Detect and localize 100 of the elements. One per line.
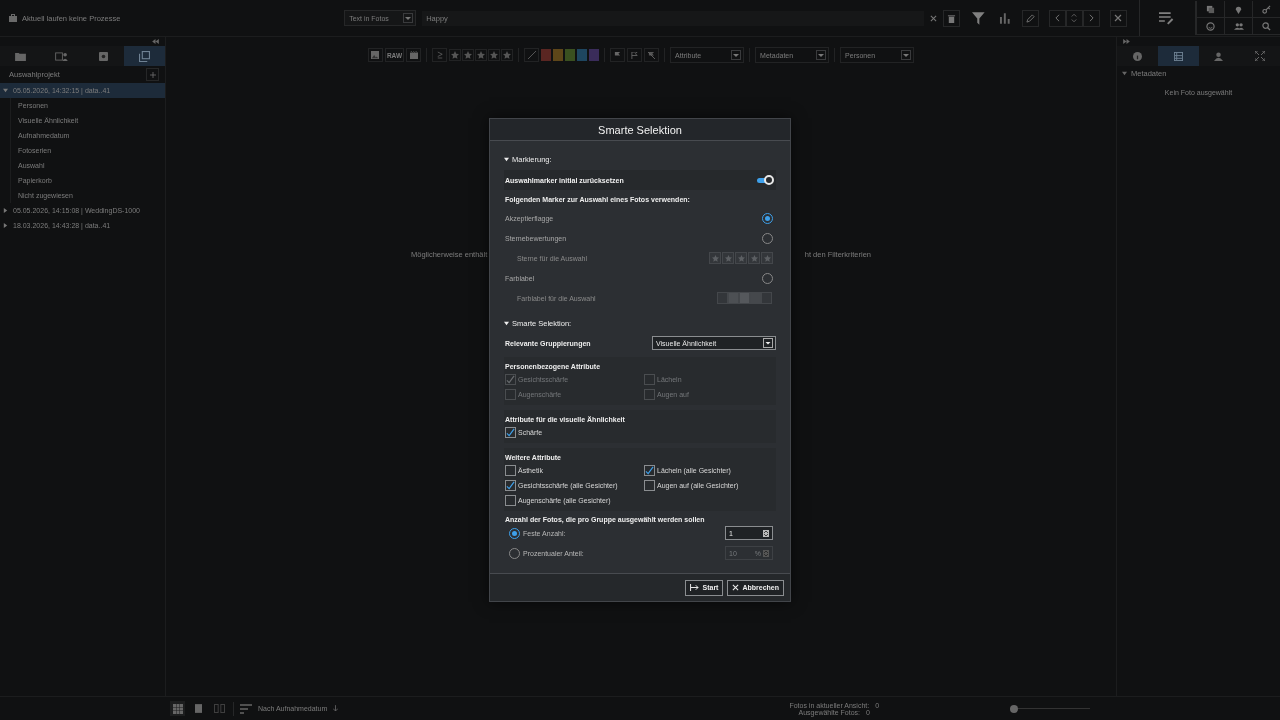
expander-icon xyxy=(3,88,8,93)
close-button[interactable] xyxy=(1109,9,1127,27)
sort-toggle-button[interactable] xyxy=(1065,9,1083,27)
search-icon xyxy=(1262,21,1271,31)
briefcase-icon xyxy=(8,13,18,23)
calendar-person-icon xyxy=(55,51,69,61)
spinner-icon[interactable] xyxy=(763,529,769,537)
info-icon xyxy=(1132,51,1142,61)
caret-icon xyxy=(403,13,414,23)
search-button[interactable] xyxy=(1252,18,1280,35)
camera-icon xyxy=(98,51,108,61)
color-swatch[interactable] xyxy=(553,49,564,61)
crossed-flag-icon xyxy=(648,51,656,59)
dialog-title: Smarte Selektion xyxy=(490,119,790,141)
add-button[interactable] xyxy=(146,68,159,81)
stacked-photos-icon xyxy=(138,50,150,62)
checkbox[interactable] xyxy=(644,480,655,491)
smiley-icon xyxy=(1206,21,1215,31)
location-pin-icon xyxy=(1234,4,1243,14)
image-filter-button[interactable] xyxy=(367,48,383,62)
star-icon[interactable] xyxy=(724,254,732,262)
bar-chart-icon[interactable] xyxy=(998,12,1011,24)
zoom-slider-thumb[interactable] xyxy=(1010,704,1019,713)
copy-button[interactable] xyxy=(1196,1,1224,18)
fullscreen-icon xyxy=(1254,51,1265,61)
star-icon[interactable] xyxy=(462,49,475,61)
star-icon[interactable] xyxy=(488,49,501,61)
star-icon[interactable] xyxy=(750,254,758,262)
single-photo-icon xyxy=(195,704,202,713)
star-filter[interactable] xyxy=(449,49,514,61)
toggle-switch[interactable] xyxy=(757,177,772,183)
key-icon xyxy=(1262,4,1271,14)
color-label-picker[interactable] xyxy=(717,292,773,304)
expander-icon xyxy=(3,208,8,213)
checkbox[interactable] xyxy=(505,427,516,438)
delete-button[interactable] xyxy=(943,9,961,27)
star-icon[interactable] xyxy=(737,254,745,262)
checkbox[interactable] xyxy=(505,495,516,506)
color-swatch[interactable] xyxy=(589,49,600,61)
caret-icon xyxy=(901,50,912,60)
slash-icon xyxy=(527,51,536,59)
grid-view-button[interactable] xyxy=(170,701,185,716)
people-icon xyxy=(1233,21,1244,31)
expander-icon[interactable] xyxy=(1122,71,1127,76)
flag-icon xyxy=(631,51,639,59)
close-icon xyxy=(732,584,740,591)
caret-icon xyxy=(816,50,827,60)
folder-icon xyxy=(15,51,27,61)
key-button[interactable] xyxy=(1252,1,1280,18)
people-button[interactable] xyxy=(1224,18,1252,35)
flag-filter-button[interactable] xyxy=(627,48,643,62)
greater-equal-icon xyxy=(436,51,443,59)
table-icon xyxy=(1173,51,1183,61)
star-icon[interactable] xyxy=(449,49,462,61)
edit-button[interactable] xyxy=(1022,9,1039,27)
list-edit-icon[interactable] xyxy=(1159,11,1175,25)
color-swatch[interactable] xyxy=(565,49,576,61)
sidebar-tab[interactable] xyxy=(123,46,165,66)
caret-icon xyxy=(731,50,742,60)
close-icon xyxy=(1114,14,1123,22)
checkbox[interactable] xyxy=(644,465,655,476)
checkbox[interactable] xyxy=(505,465,516,476)
collapse-icon[interactable] xyxy=(152,39,159,44)
arrow-to-bar-icon xyxy=(690,584,700,591)
grid-icon xyxy=(172,703,183,714)
compare-view-button[interactable] xyxy=(212,701,227,716)
no-color-swatch[interactable] xyxy=(524,48,540,62)
star-icon[interactable] xyxy=(711,254,719,262)
comparison-button[interactable] xyxy=(432,48,448,62)
arrow-down-icon[interactable] xyxy=(333,705,339,712)
chevron-left-icon xyxy=(1054,14,1060,22)
clapperboard-icon xyxy=(409,51,418,59)
sort-icon[interactable] xyxy=(240,703,252,714)
trash-icon xyxy=(947,13,957,23)
chevron-right-icon xyxy=(1088,14,1094,22)
flag-filter-button[interactable] xyxy=(610,48,626,62)
panel-tab[interactable] xyxy=(1157,46,1199,66)
color-swatch[interactable] xyxy=(577,49,588,61)
image-icon xyxy=(371,51,380,59)
up-down-icon xyxy=(1071,13,1078,23)
copy-icon xyxy=(1206,4,1215,14)
star-icon[interactable] xyxy=(501,49,514,61)
person-icon xyxy=(1214,51,1224,61)
flag-icon xyxy=(614,51,622,59)
star-icon[interactable] xyxy=(763,254,771,262)
star-rating[interactable] xyxy=(709,252,773,264)
expand-icon[interactable] xyxy=(1123,39,1130,44)
star-icon[interactable] xyxy=(475,49,488,61)
checkbox[interactable] xyxy=(505,480,516,491)
location-button[interactable] xyxy=(1224,1,1252,18)
face-button[interactable] xyxy=(1196,18,1224,35)
color-swatch[interactable] xyxy=(541,49,552,61)
clear-icon[interactable] xyxy=(930,14,938,22)
expander-icon xyxy=(504,320,509,326)
pencil-icon xyxy=(1026,13,1036,23)
filter-icon[interactable] xyxy=(972,11,985,25)
video-filter-button[interactable] xyxy=(406,48,422,62)
expander-icon xyxy=(504,156,509,162)
two-panes-icon xyxy=(214,704,225,713)
flag-filter-button[interactable] xyxy=(644,48,660,62)
